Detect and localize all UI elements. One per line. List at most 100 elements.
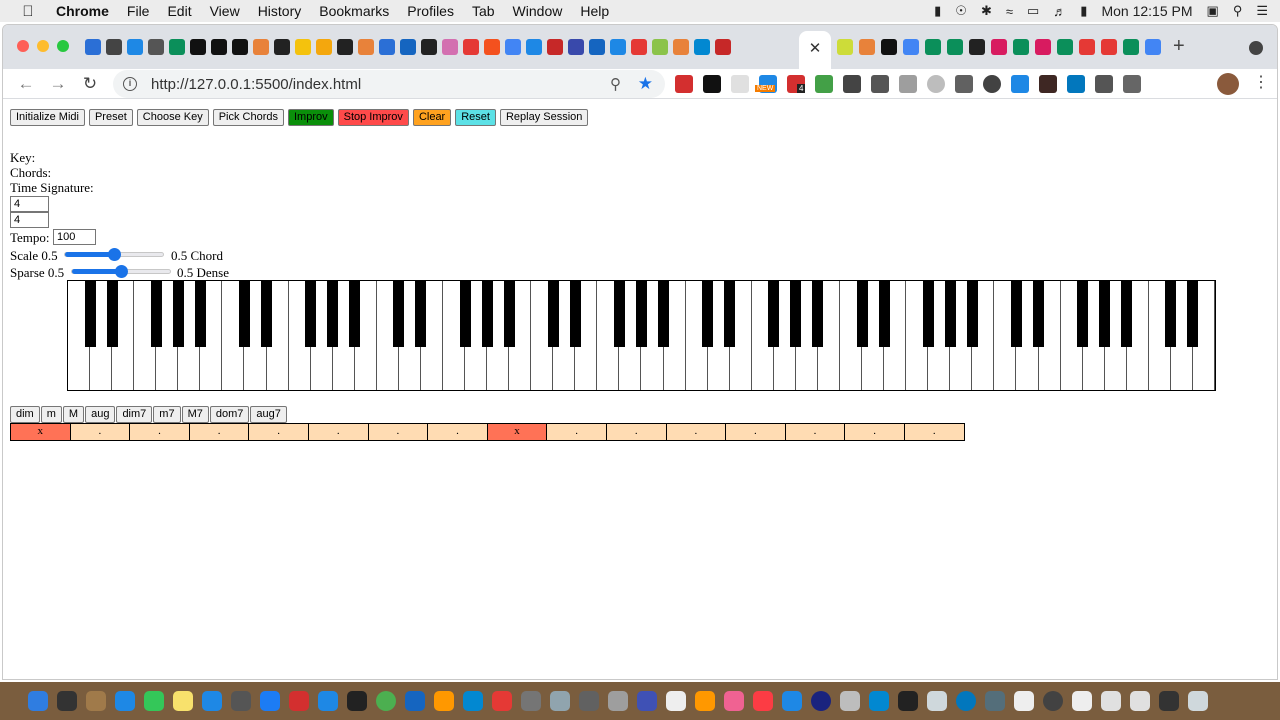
reading-list-icon[interactable] bbox=[1123, 75, 1141, 93]
tab-favicon-icon[interactable] bbox=[169, 39, 185, 55]
zoom-icon[interactable]: ⚲ bbox=[610, 75, 621, 93]
tab-favicon-icon[interactable] bbox=[526, 39, 542, 55]
grid-cell[interactable]: . bbox=[428, 424, 488, 440]
piano-black-key[interactable] bbox=[1099, 281, 1111, 347]
grid-cell[interactable]: x bbox=[11, 424, 71, 440]
choose-key-button[interactable]: Choose Key bbox=[136, 109, 209, 126]
tab-favicon-icon[interactable] bbox=[106, 39, 122, 55]
extension-icon[interactable] bbox=[1039, 75, 1057, 93]
tab-favicon-icon[interactable] bbox=[631, 39, 647, 55]
piano-black-key[interactable] bbox=[415, 281, 427, 347]
tab-favicon-icon[interactable] bbox=[1079, 39, 1095, 55]
tab-favicon-icon[interactable] bbox=[652, 39, 668, 55]
app-store-icon[interactable] bbox=[260, 691, 280, 711]
piano-black-key[interactable] bbox=[856, 281, 868, 347]
vscode-icon[interactable] bbox=[318, 691, 338, 711]
preset-button[interactable]: Preset bbox=[88, 109, 133, 126]
tab-favicon-icon[interactable] bbox=[991, 39, 1007, 55]
battery-icon[interactable]: ▮ bbox=[1080, 3, 1087, 19]
chrome-icon[interactable] bbox=[376, 691, 396, 711]
tab-favicon-icon[interactable] bbox=[715, 39, 731, 55]
chord-type-button-m[interactable]: m bbox=[40, 406, 62, 423]
dock-app-icon[interactable] bbox=[115, 691, 135, 711]
close-window-button[interactable] bbox=[17, 40, 29, 52]
tab-favicon-icon[interactable] bbox=[1035, 39, 1051, 55]
tab-favicon-icon[interactable] bbox=[881, 39, 897, 55]
tab-favicon-icon[interactable] bbox=[463, 39, 479, 55]
tab-favicon-icon[interactable] bbox=[484, 39, 500, 55]
crx-extension-icon[interactable] bbox=[899, 75, 917, 93]
tab-favicon-icon[interactable] bbox=[295, 39, 311, 55]
grid-cell[interactable]: . bbox=[189, 424, 250, 440]
dock-app-icon[interactable] bbox=[550, 691, 570, 711]
grid-cell[interactable]: . bbox=[70, 424, 131, 440]
dock-app-icon[interactable] bbox=[608, 691, 628, 711]
piano-black-key[interactable] bbox=[878, 281, 890, 347]
tab-favicon-icon[interactable] bbox=[316, 39, 332, 55]
extension-icon[interactable] bbox=[843, 75, 861, 93]
zoom-window-button[interactable] bbox=[57, 40, 69, 52]
grid-cell[interactable]: . bbox=[606, 424, 667, 440]
chord-type-button-M7[interactable]: M7 bbox=[181, 406, 209, 423]
piano-black-key[interactable] bbox=[790, 281, 802, 347]
dock-folder-icon[interactable] bbox=[1130, 691, 1150, 711]
puzzle-extensions-icon[interactable] bbox=[1095, 75, 1113, 93]
chord-type-button-dim[interactable]: dim bbox=[10, 406, 40, 423]
accessibility-icon[interactable]: ☉ bbox=[955, 3, 967, 19]
close-tab-icon[interactable]: ✕ bbox=[809, 40, 822, 57]
eclipse-icon[interactable] bbox=[811, 691, 831, 711]
sparse-slider-thumb[interactable] bbox=[115, 265, 128, 278]
extension-icon[interactable] bbox=[815, 75, 833, 93]
calendar-icon[interactable]: ▣ bbox=[1207, 3, 1219, 19]
sparse-dense-slider[interactable] bbox=[71, 265, 171, 278]
tab-favicon-icon[interactable] bbox=[673, 39, 689, 55]
apple-menu-icon[interactable]:  bbox=[18, 3, 38, 20]
tab-favicon-icon[interactable] bbox=[232, 39, 248, 55]
dock-app-icon[interactable] bbox=[637, 691, 657, 711]
dock-app-icon[interactable] bbox=[956, 691, 976, 711]
piano-black-key[interactable] bbox=[1077, 281, 1089, 347]
messages-icon[interactable] bbox=[144, 691, 164, 711]
trash-icon[interactable] bbox=[1188, 691, 1208, 711]
piano-black-key[interactable] bbox=[238, 281, 250, 347]
grid-cell[interactable]: . bbox=[666, 424, 727, 440]
extension-icon[interactable] bbox=[983, 75, 1001, 93]
address-bar[interactable]: i http://127.0.0.1:5500/index.html ⚲ ★ bbox=[113, 70, 665, 98]
tab-favicon-icon[interactable] bbox=[969, 39, 985, 55]
time-signature-denominator-input[interactable]: 4 bbox=[10, 212, 49, 228]
extension-icon[interactable] bbox=[1067, 75, 1085, 93]
tab-favicon-icon[interactable] bbox=[589, 39, 605, 55]
grid-cell[interactable]: . bbox=[249, 424, 309, 440]
tab-favicon-icon[interactable] bbox=[127, 39, 143, 55]
piano-black-key[interactable] bbox=[261, 281, 273, 347]
extension-icon[interactable] bbox=[955, 75, 973, 93]
menu-bookmarks[interactable]: Bookmarks bbox=[319, 3, 389, 19]
menu-tab[interactable]: Tab bbox=[472, 3, 495, 19]
time-signature-numerator-input[interactable]: 4 bbox=[10, 196, 49, 212]
piano-black-key[interactable] bbox=[459, 281, 471, 347]
url-text[interactable]: http://127.0.0.1:5500/index.html bbox=[151, 76, 361, 93]
piano-black-key[interactable] bbox=[658, 281, 670, 347]
chord-type-button-aug[interactable]: aug bbox=[85, 406, 116, 423]
chord-type-button-aug7[interactable]: aug7 bbox=[250, 406, 287, 423]
tab-favicon-icon[interactable] bbox=[421, 39, 437, 55]
replay-session-button[interactable]: Replay Session bbox=[499, 109, 589, 126]
grid-cell[interactable]: . bbox=[368, 424, 429, 440]
sublime-icon[interactable] bbox=[434, 691, 454, 711]
tab-favicon-icon[interactable] bbox=[837, 39, 853, 55]
dock-folder-icon[interactable] bbox=[1101, 691, 1121, 711]
tab-favicon-icon[interactable] bbox=[610, 39, 626, 55]
dock-app-icon[interactable] bbox=[898, 691, 918, 711]
dock-folder-icon[interactable] bbox=[1159, 691, 1179, 711]
piano-black-key[interactable] bbox=[194, 281, 206, 347]
extension-icon[interactable] bbox=[703, 75, 721, 93]
tab-favicon-icon[interactable] bbox=[1101, 39, 1117, 55]
control-center-icon[interactable]: ☰ bbox=[1256, 3, 1268, 19]
adblock-extension-icon[interactable] bbox=[675, 75, 693, 93]
dock-app-icon[interactable] bbox=[927, 691, 947, 711]
chord-type-button-dom7[interactable]: dom7 bbox=[209, 406, 250, 423]
chord-type-button-dim7[interactable]: dim7 bbox=[116, 406, 153, 423]
tab-favicon-icon[interactable] bbox=[568, 39, 584, 55]
tab-favicon-icon[interactable] bbox=[925, 39, 941, 55]
grid-cell[interactable]: x bbox=[487, 424, 548, 440]
